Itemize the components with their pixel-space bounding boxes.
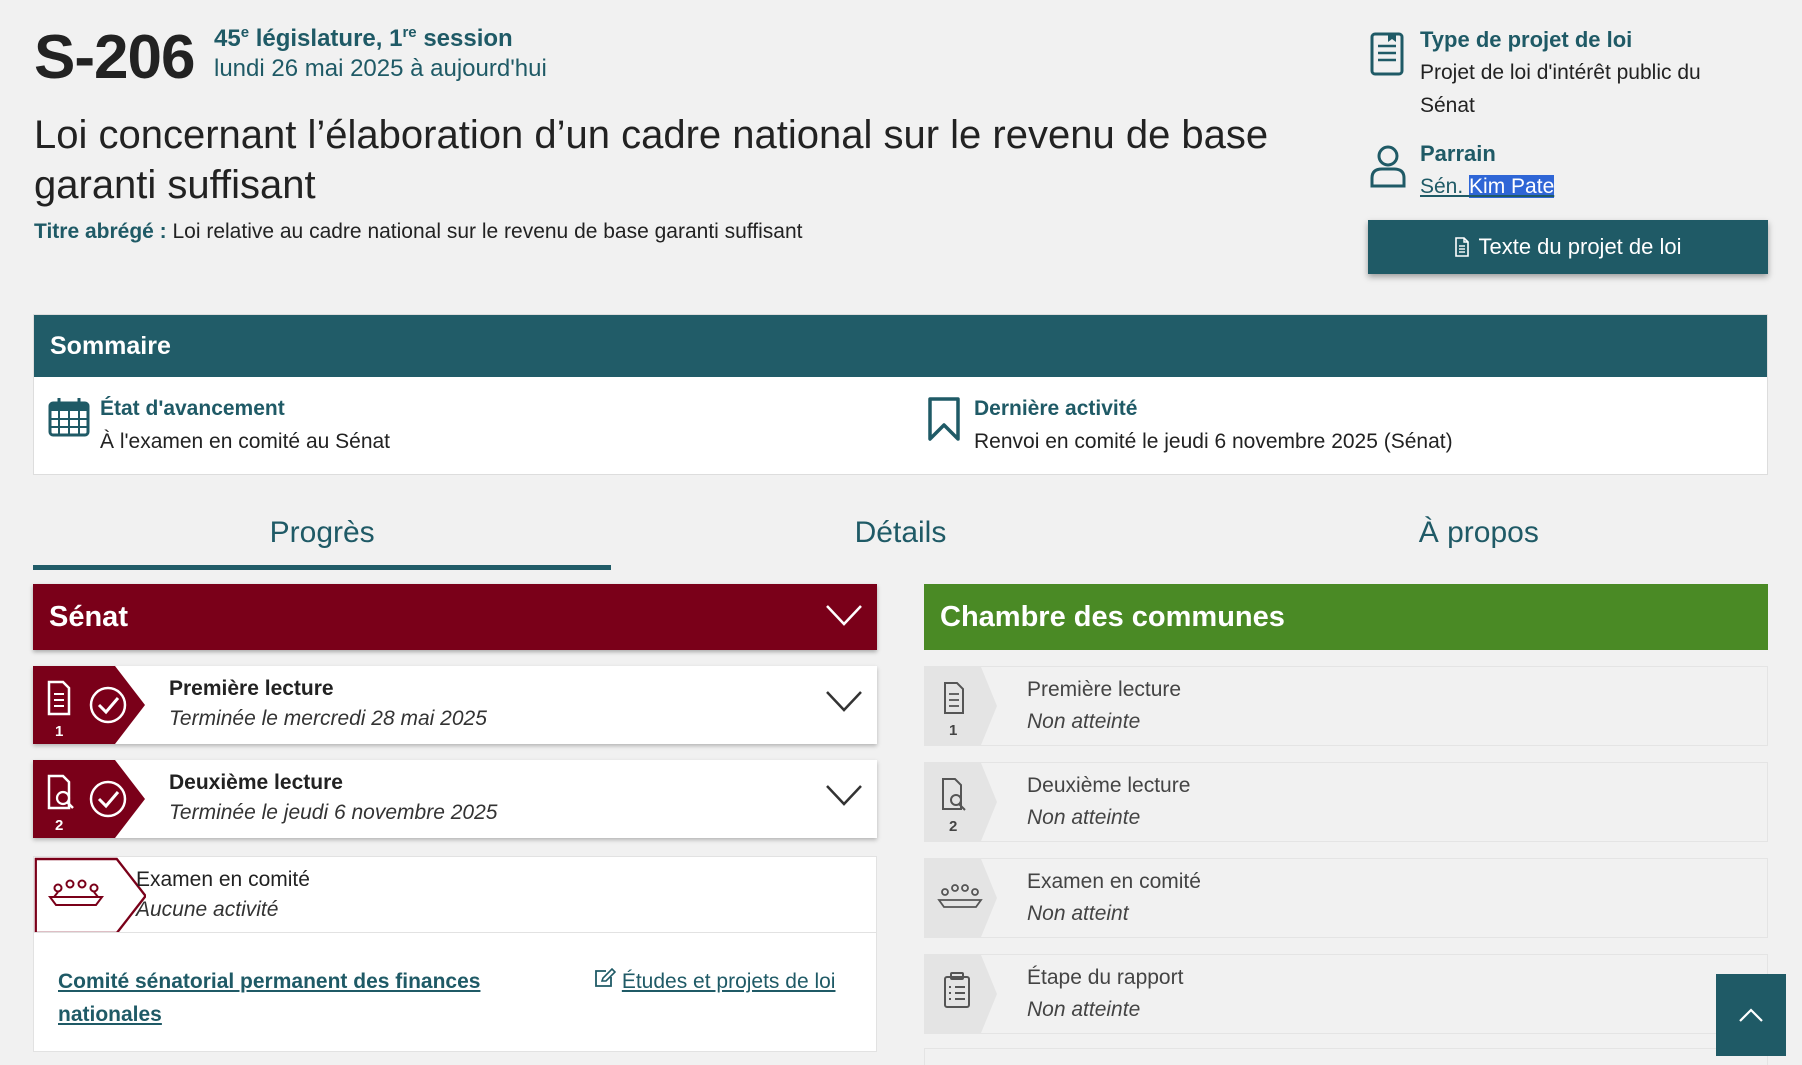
file-icon: [1455, 237, 1470, 257]
bill-type-block: Type de projet de loi Projet de loi d'in…: [1368, 24, 1768, 124]
commons-heading: Chambre des communes: [940, 601, 1285, 633]
senate-stage-first-reading[interactable]: 1 Première lecture Terminée le mercredi …: [33, 666, 877, 744]
stage-name: Étape du rapport: [1027, 966, 1184, 989]
external-edit-icon: [595, 967, 617, 987]
bill-text-button[interactable]: Texte du projet de loi: [1368, 220, 1768, 274]
last-activity-label: Dernière activité: [974, 397, 1138, 420]
studies-link[interactable]: Études et projets de loi: [594, 965, 835, 998]
stage-status: Terminée le jeudi 6 novembre 2025: [169, 801, 498, 824]
stage-badge: 2: [925, 763, 997, 841]
bill-tabs: Progrès Détails À propos: [33, 500, 1768, 570]
stage-number: 2: [949, 818, 957, 835]
last-activity-block: Dernière activité Renvoi en comité le je…: [908, 393, 1453, 459]
bookmark-icon: [928, 397, 960, 441]
stage-name: Examen en comité: [1027, 870, 1201, 893]
stage-name: Première lecture: [169, 677, 334, 700]
stage-status: Non atteinte: [1027, 806, 1141, 829]
stage-number: 1: [55, 723, 63, 740]
status-block: État d'avancement À l'examen en comité a…: [34, 393, 390, 459]
stage-number: 2: [55, 817, 63, 834]
commons-stage-first-reading: 1 Première lecture Non atteinte: [924, 666, 1768, 746]
short-title: Titre abrégé : Loi relative au cadre nat…: [34, 220, 803, 244]
bill-header: S-206 45e législature, 1re session lundi…: [34, 22, 1324, 262]
commons-stage-second-reading: 2 Deuxième lecture Non atteinte: [924, 762, 1768, 842]
commons-stage-committee: Examen en comité Non atteint: [924, 858, 1768, 938]
senate-accordion-header[interactable]: Sénat: [33, 584, 877, 650]
commons-stage-next: [924, 1048, 1768, 1065]
bill-type-value: Projet de loi d'intérêt public du Sénat: [1420, 61, 1701, 117]
chevron-down-icon: [826, 785, 862, 806]
committee-panel: Comité sénatorial permanent des finances…: [33, 932, 877, 1052]
sponsor-link[interactable]: Sén. Kim Pate: [1420, 170, 1768, 203]
commons-stage-report: Étape du rapport Non atteinte: [924, 954, 1768, 1034]
bill-type-label: Type de projet de loi: [1420, 27, 1633, 52]
short-title-label: Titre abrégé :: [34, 220, 167, 243]
stage-status: Terminée le mercredi 28 mai 2025: [169, 707, 487, 730]
sponsor-label: Parrain: [1420, 141, 1496, 166]
tab-progres[interactable]: Progrès: [33, 500, 612, 570]
stage-status: Non atteinte: [1027, 998, 1141, 1021]
sponsor-name: Kim Pate: [1469, 175, 1555, 198]
chevron-up-icon: [1739, 1008, 1763, 1022]
stage-badge: [925, 955, 997, 1033]
chevron-down-icon: [826, 605, 862, 626]
summary-panel: Sommaire État d'avancement À l'examen en…: [33, 314, 1768, 475]
status-label: État d'avancement: [100, 397, 285, 420]
stage-name: Première lecture: [1027, 678, 1182, 701]
stage-badge: [34, 857, 146, 935]
bill-text-button-label: Texte du projet de loi: [1478, 234, 1682, 259]
calendar-icon: [48, 398, 90, 437]
document-icon: [1370, 32, 1404, 76]
stage-number: 1: [949, 722, 957, 739]
senate-stage-committee: Examen en comité Aucune activité: [33, 856, 877, 935]
legislature-session: 45e législature, 1re session: [214, 24, 513, 52]
stage-badge: 1: [925, 667, 997, 745]
session-info: 45e législature, 1re session lundi 26 ma…: [214, 24, 547, 84]
person-icon: [1370, 145, 1406, 188]
sponsor-block: Parrain Sén. Kim Pate: [1368, 138, 1768, 203]
senate-stage-second-reading[interactable]: 2 Deuxième lecture Terminée le jeudi 6 n…: [33, 760, 877, 838]
status-value: À l'examen en comité au Sénat: [100, 430, 391, 453]
commons-accordion-header[interactable]: Chambre des communes: [924, 584, 1768, 650]
stage-name: Examen en comité: [136, 868, 310, 891]
stage-badge: 1: [33, 666, 145, 744]
last-activity-value: Renvoi en comité le jeudi 6 novembre 202…: [974, 430, 1453, 453]
stage-status: Aucune activité: [136, 898, 279, 921]
summary-heading: Sommaire: [34, 315, 1767, 377]
bill-title: Loi concernant l’élaboration d’un cadre …: [34, 113, 1269, 207]
session-date-range: lundi 26 mai 2025 à aujourd'hui: [214, 55, 547, 82]
stage-status: Non atteinte: [1027, 710, 1141, 733]
back-to-top-button[interactable]: [1716, 974, 1786, 1056]
stage-name: Deuxième lecture: [169, 771, 343, 794]
bill-number: S-206: [34, 23, 195, 92]
short-title-value: Loi relative au cadre national sur le re…: [166, 220, 803, 243]
chevron-down-icon: [826, 691, 862, 712]
stage-name: Deuxième lecture: [1027, 774, 1191, 797]
tab-details[interactable]: Détails: [611, 500, 1189, 570]
committee-link[interactable]: Comité sénatorial permanent des finances…: [58, 965, 518, 1031]
senate-heading: Sénat: [49, 601, 128, 633]
stage-badge: 2: [33, 760, 145, 838]
tab-a-propos[interactable]: À propos: [1190, 500, 1768, 570]
bill-side-info: Type de projet de loi Projet de loi d'in…: [1368, 24, 1768, 203]
stage-badge: [925, 859, 997, 937]
stage-status: Non atteint: [1027, 902, 1129, 925]
